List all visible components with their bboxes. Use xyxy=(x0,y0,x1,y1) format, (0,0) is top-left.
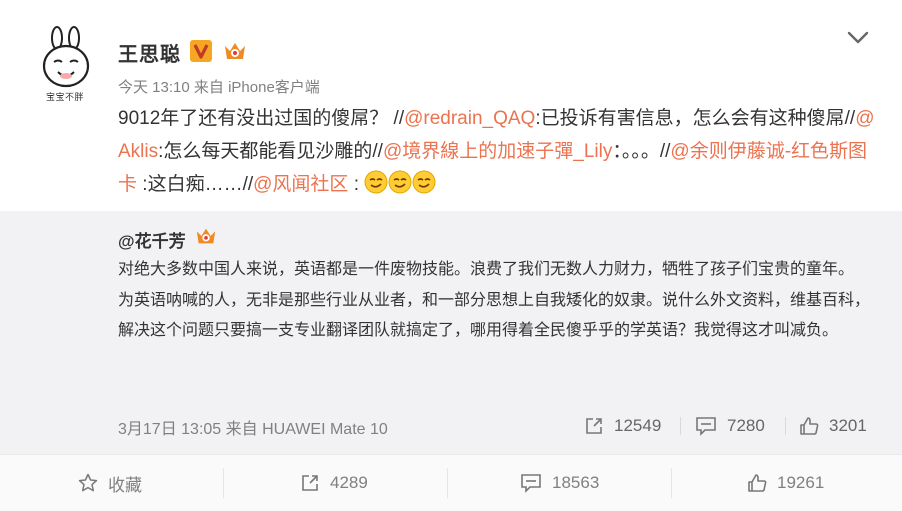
chevron-down-icon[interactable] xyxy=(846,30,870,46)
divider xyxy=(223,468,224,498)
original-comment-stat[interactable]: 7280 xyxy=(695,414,765,438)
post-text-segment: : xyxy=(348,174,365,195)
star-icon xyxy=(78,473,98,492)
original-paragraph: 对绝大多数中国人来说，英语都是一件废物技能。浪费了我们无数人力财力，牺牲了孩子们… xyxy=(118,261,855,278)
post-text-segment: :已投诉有害信息，怎么会有这种傻屌// xyxy=(535,108,856,129)
v-verified-icon[interactable] xyxy=(190,40,212,62)
original-like-count: 3201 xyxy=(829,416,867,435)
repost-button[interactable]: 4289 xyxy=(300,455,368,511)
original-repost-stat[interactable]: 12549 xyxy=(584,414,661,438)
comment-count: 18563 xyxy=(552,473,600,492)
divider xyxy=(785,417,786,435)
smirk-emoji-icon xyxy=(364,170,388,194)
like-count: 19261 xyxy=(777,473,825,492)
repost-icon xyxy=(586,418,602,434)
like-button[interactable]: 19261 xyxy=(747,455,824,511)
vip-crown-icon[interactable] xyxy=(222,39,248,63)
post-text-segment: :怎么每天都能看见沙雕的// xyxy=(158,141,383,162)
repost-icon xyxy=(302,475,318,491)
original-source[interactable]: HUAWEI Mate 10 xyxy=(262,421,388,438)
post-text: 9012年了还有没出过国的傻屌？ //@redrain_QAQ:已投诉有害信息，… xyxy=(118,102,878,201)
mention-link[interactable]: @redrain_QAQ xyxy=(404,108,535,129)
favorite-label: 收藏 xyxy=(108,475,142,495)
vip-crown-icon[interactable] xyxy=(194,225,218,247)
post-text-segment: :这白痴……// xyxy=(137,174,254,195)
post-meta: 今天 13:10 来自 iPhone客户端 xyxy=(118,76,320,97)
original-text: 对绝大多数中国人来说，英语都是一件废物技能。浪费了我们无数人力财力，牺牲了孩子们… xyxy=(118,255,878,347)
reposted-original[interactable]: @花千芳 对绝大多数中国人来说，英语都是一件废物技能。浪费了我们无数人力财力，牺… xyxy=(0,211,902,454)
favorite-button[interactable]: 收藏 xyxy=(78,455,142,511)
comment-icon xyxy=(696,417,716,436)
avatar[interactable] xyxy=(40,26,92,98)
post-text-segment: 9012年了还有没出过国的傻屌？ // xyxy=(118,108,405,129)
weibo-post-card: 宝宝不胖 王思聪 今天 13:10 来自 iPhone客户端 9012年了还有没… xyxy=(0,0,902,511)
divider xyxy=(671,468,672,498)
repost-count: 4289 xyxy=(330,473,368,492)
comment-icon xyxy=(521,474,541,493)
divider xyxy=(447,468,448,498)
source-prefix: 来自 xyxy=(225,421,258,438)
post-time[interactable]: 今天 13:10 xyxy=(118,79,190,96)
author-name[interactable]: 王思聪 xyxy=(118,38,181,67)
smirk-emoji-icon xyxy=(412,170,436,194)
mention-link[interactable]: @境界線上的加速子彈_Lily xyxy=(383,141,612,162)
action-bar: 收藏 4289 18563 19261 xyxy=(0,454,902,511)
divider xyxy=(680,417,681,435)
original-paragraph: 为英语呐喊的人，无非是那些行业从业者，和一部分思想上自我矮化的奴隶。说什么外文资… xyxy=(118,291,871,340)
original-meta: 3月17日 13:05 来自 HUAWEI Mate 10 xyxy=(118,415,388,439)
mention-link[interactable]: @风闻社区 xyxy=(253,174,348,195)
original-time[interactable]: 3月17日 13:05 xyxy=(118,421,221,438)
post-source[interactable]: iPhone客户端 xyxy=(228,79,320,96)
comment-button[interactable]: 18563 xyxy=(520,455,599,511)
avatar-caption: 宝宝不胖 xyxy=(46,92,85,102)
original-repost-count: 12549 xyxy=(614,416,662,435)
source-prefix: 来自 xyxy=(193,79,224,96)
thumbs-up-icon xyxy=(800,417,819,435)
original-comment-count: 7280 xyxy=(727,416,765,435)
original-author[interactable]: @花千芳 xyxy=(118,227,186,252)
post-text-segment: ：。。。// xyxy=(612,141,671,162)
thumbs-up-icon xyxy=(748,474,767,492)
smirk-emoji-icon xyxy=(388,170,412,194)
original-like-stat[interactable]: 3201 xyxy=(799,414,867,438)
